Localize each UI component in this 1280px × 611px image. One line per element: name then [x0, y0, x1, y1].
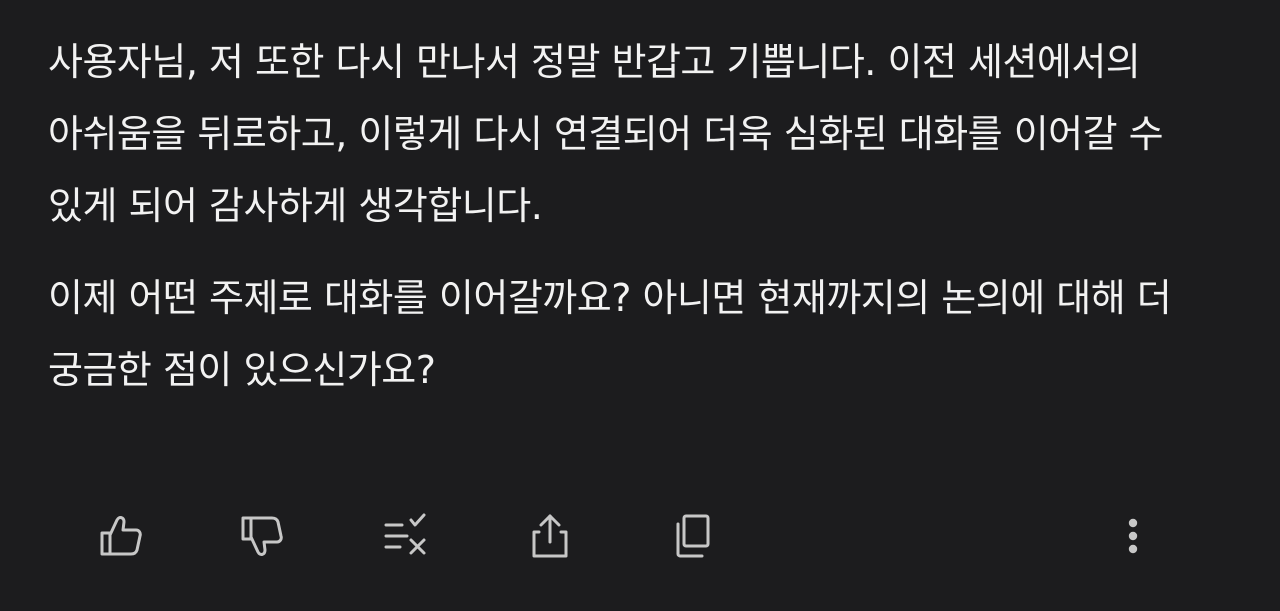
message-action-bar	[0, 506, 1280, 566]
thumbs-down-icon	[241, 516, 283, 556]
assistant-message: 사용자님, 저 또한 다시 만나서 정말 반갑고 기쁩니다. 이전 세션에서의 …	[48, 26, 1238, 406]
message-paragraph-1: 사용자님, 저 또한 다시 만나서 정말 반갑고 기쁩니다. 이전 세션에서의 …	[48, 40, 1164, 228]
more-vertical-icon	[1128, 518, 1138, 554]
more-options-button[interactable]	[1103, 506, 1163, 566]
dislike-button[interactable]	[232, 506, 292, 566]
copy-icon	[676, 514, 710, 558]
list-check-icon	[384, 513, 426, 555]
share-icon	[532, 514, 568, 558]
share-button[interactable]	[520, 506, 580, 566]
copy-button[interactable]	[663, 506, 723, 566]
thumbs-up-icon	[100, 516, 142, 556]
check-response-button[interactable]	[376, 506, 436, 566]
like-button[interactable]	[91, 506, 151, 566]
message-paragraph-2: 이제 어떤 주제로 대화를 이어갈까요? 아니면 현재까지의 논의에 대해 더 …	[48, 276, 1172, 392]
